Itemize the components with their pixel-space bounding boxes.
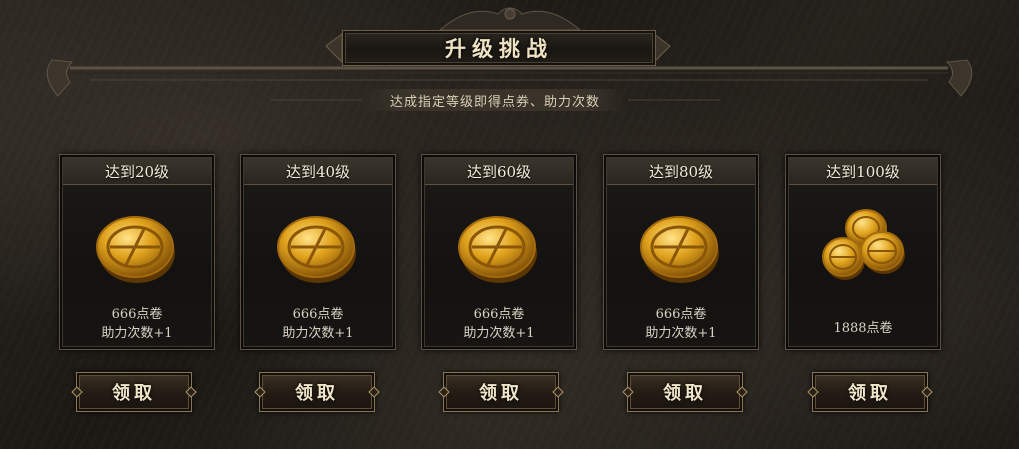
reward-card-level-40: 达到40级 666点卷 助力次数+1 (240, 154, 396, 350)
claim-button-label: 领取 (663, 383, 707, 404)
gold-coin-icon (604, 199, 758, 289)
claim-button-label: 领取 (848, 383, 892, 404)
gold-coin-icon (422, 199, 576, 289)
claim-button-level-40[interactable]: 领取 (254, 372, 380, 412)
card-title: 达到60级 (466, 162, 532, 181)
page-subtitle: 达成指定等级即得点券、助力次数 (389, 94, 600, 110)
claim-button-level-80[interactable]: 领取 (622, 372, 748, 412)
gold-coin-stack-icon (786, 199, 940, 289)
card-header: 达到80级 (607, 158, 755, 185)
corner-ornament-icon (807, 386, 819, 398)
page-title: 升级挑战 (445, 36, 553, 61)
claim-button-label: 领取 (295, 383, 339, 404)
corner-ornament-icon (622, 386, 634, 398)
claim-button-label: 领取 (479, 383, 523, 404)
corner-ornament-icon (254, 386, 266, 398)
gold-coin-icon (241, 199, 395, 289)
corner-ornament-icon (71, 386, 83, 398)
claim-button-level-60[interactable]: 领取 (438, 372, 564, 412)
reward-points: 1888点卷 (833, 321, 893, 336)
card-title: 达到40级 (285, 162, 351, 181)
card-title: 达到100级 (826, 162, 900, 181)
card-header: 达到40级 (244, 158, 392, 185)
card-title: 达到20级 (104, 162, 170, 181)
reward-card-level-20: 达到20级 666点卷 助力次数+1 (59, 154, 215, 350)
reward-points: 666点卷 (292, 307, 344, 322)
corner-ornament-icon (185, 386, 197, 398)
claim-button-level-100[interactable]: 领取 (807, 372, 933, 412)
corner-ornament-icon (438, 386, 450, 398)
reward-points: 666点卷 (473, 307, 525, 322)
corner-ornament-icon (552, 386, 564, 398)
reward-card-level-60: 达到60级 666点卷 助力次数+1 (421, 154, 577, 350)
title-plate: 升级挑战 (342, 30, 656, 66)
reward-points: 666点卷 (655, 307, 707, 322)
reward-assist: 助力次数+1 (645, 326, 717, 341)
reward-assist: 助力次数+1 (101, 326, 173, 341)
subtitle-plate: 达成指定等级即得点券、助力次数 (362, 89, 628, 111)
reward-points: 666点卷 (111, 307, 163, 322)
corner-ornament-icon (736, 386, 748, 398)
card-header: 达到20级 (63, 158, 211, 185)
header: 升级挑战 达成指定等级即得点券、助力次数 (0, 0, 1019, 120)
reward-card-level-100: 达到100级 1888点卷 (785, 154, 941, 350)
corner-ornament-icon (368, 386, 380, 398)
claim-button-level-20[interactable]: 领取 (71, 372, 197, 412)
corner-ornament-icon (921, 386, 933, 398)
reward-assist: 助力次数+1 (463, 326, 535, 341)
gold-coin-icon (60, 199, 214, 289)
card-header: 达到60级 (425, 158, 573, 185)
card-title: 达到80级 (648, 162, 714, 181)
reward-card-level-80: 达到80级 666点卷 助力次数+1 (603, 154, 759, 350)
claim-button-label: 领取 (112, 383, 156, 404)
reward-assist: 助力次数+1 (282, 326, 354, 341)
card-header: 达到100级 (789, 158, 937, 185)
